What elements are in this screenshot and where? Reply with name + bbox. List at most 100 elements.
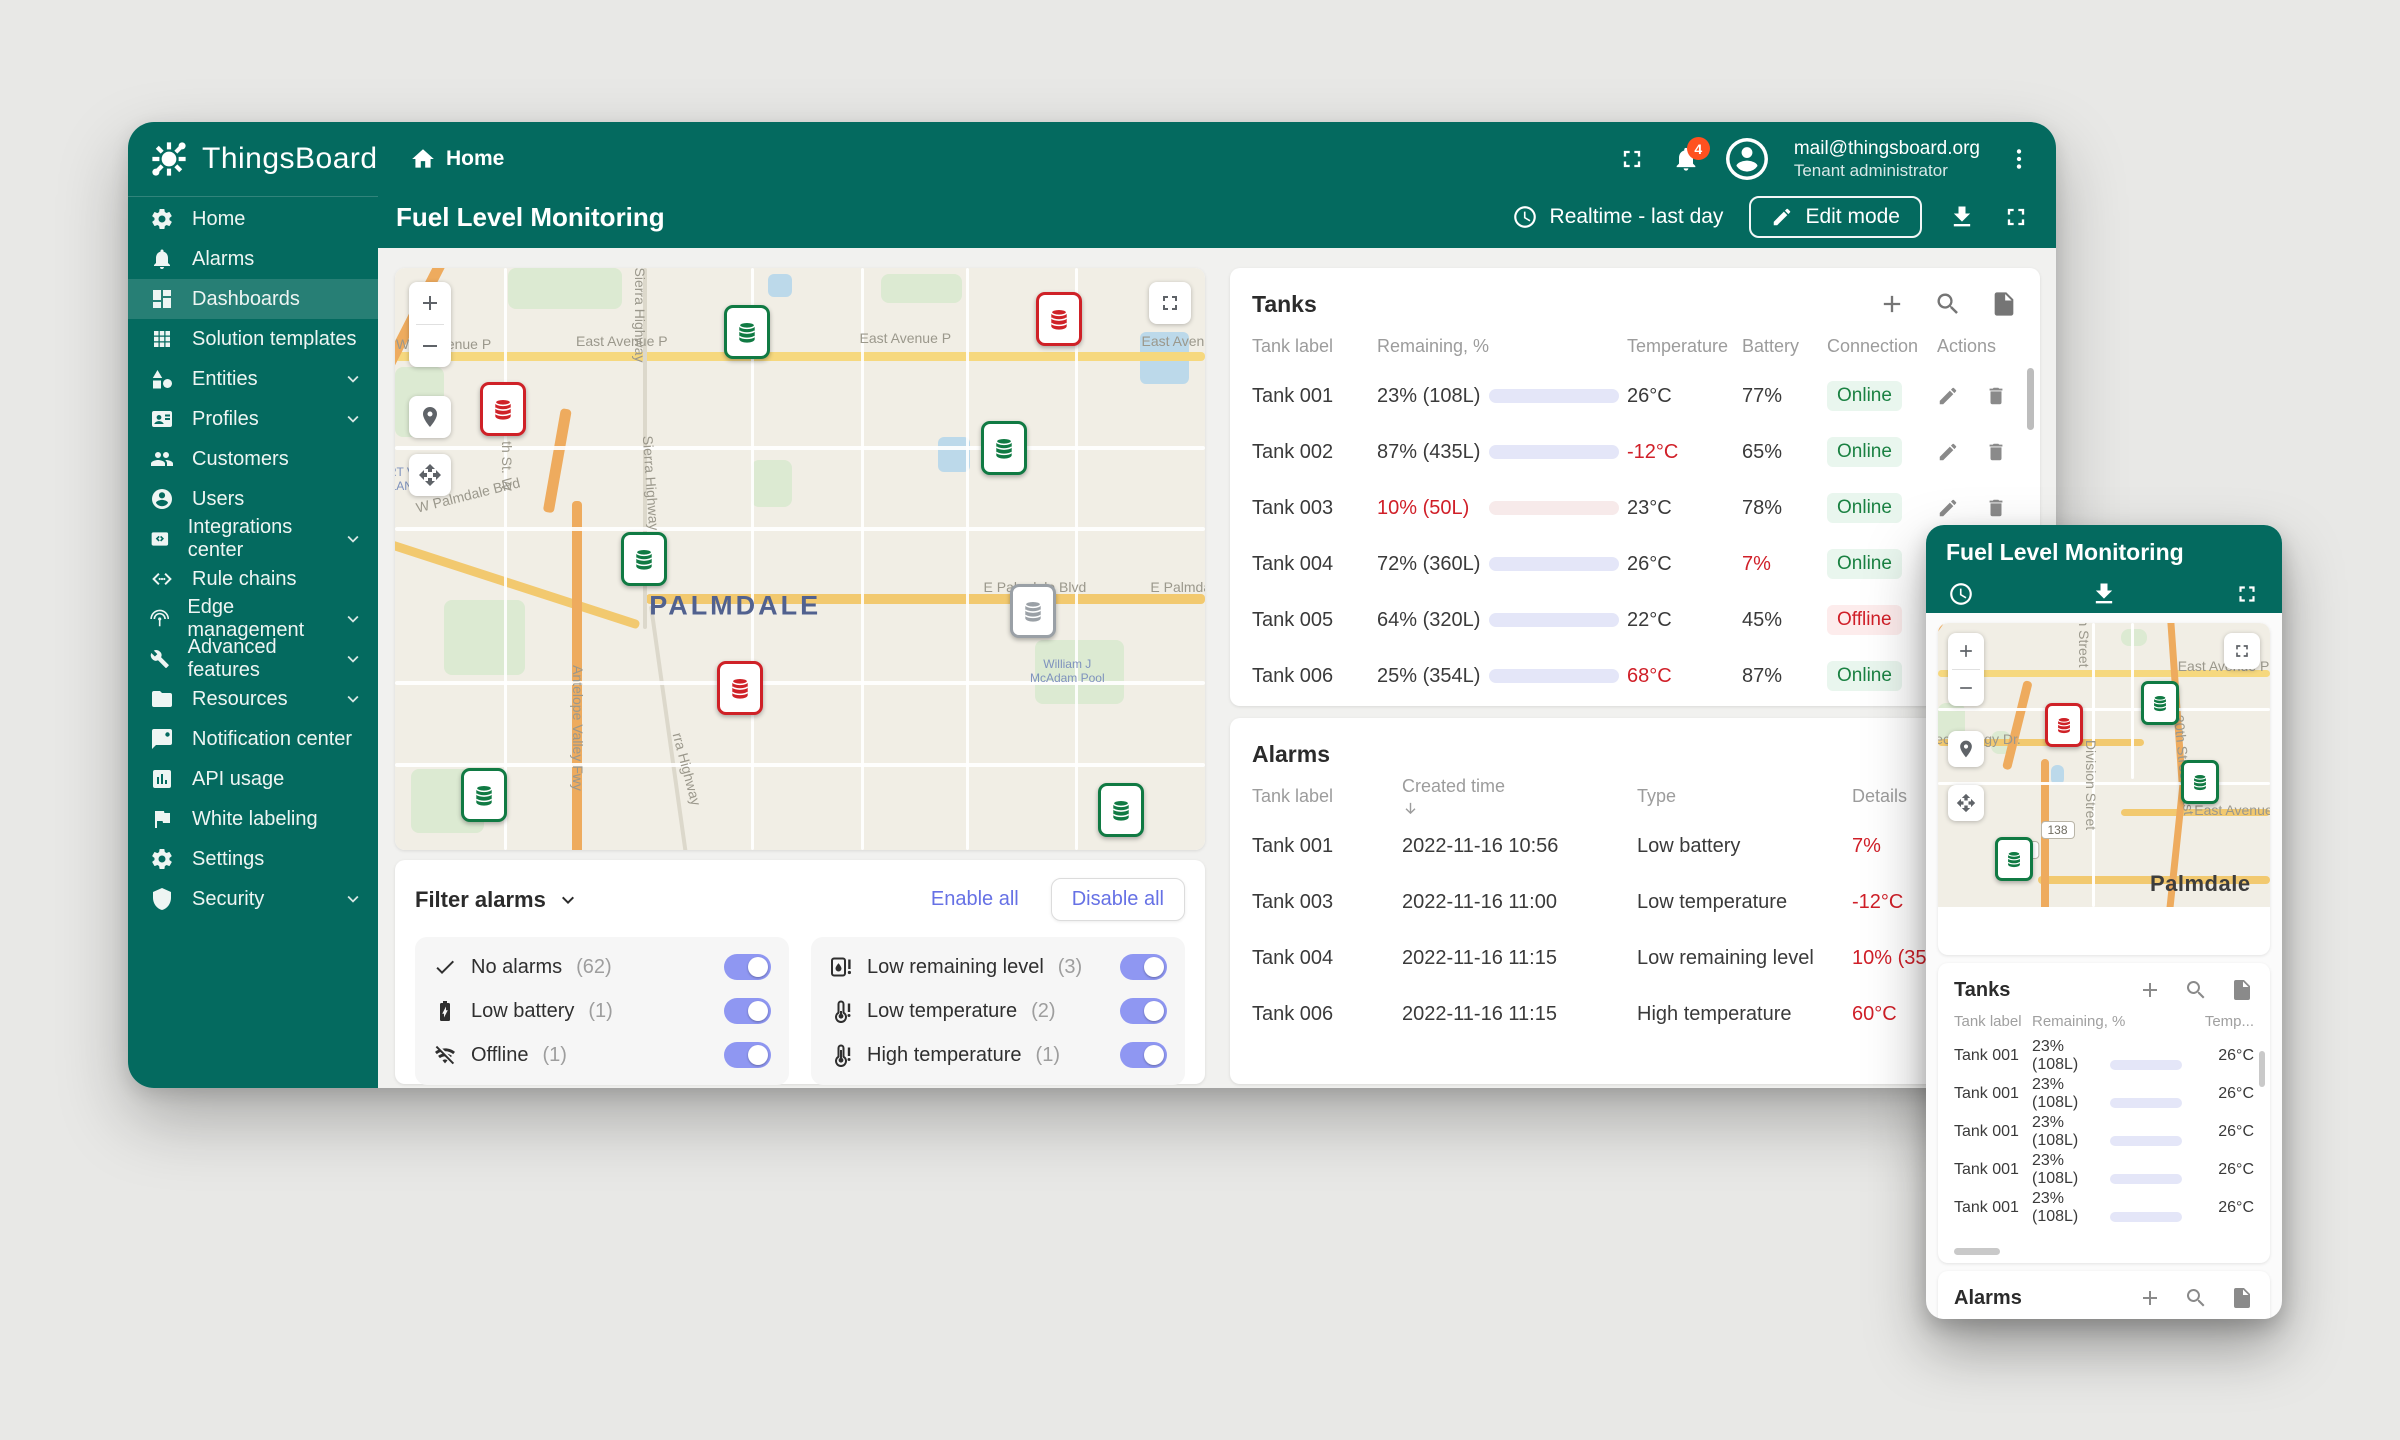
locate-button[interactable]	[409, 396, 451, 438]
table-row[interactable]: Tank 00472% (360L)26°C7%Online	[1252, 536, 2018, 592]
sidebar-item-api-usage[interactable]: API usage	[128, 759, 378, 799]
tank-marker-ok[interactable]	[1098, 783, 1144, 837]
tank-marker-ok[interactable]	[724, 305, 770, 359]
popup-map-canvas[interactable]: East Avenue PTechnology Dr.Division Stre…	[1938, 623, 2270, 907]
search-icon[interactable]	[2184, 978, 2208, 1002]
sidebar-item-white-labeling[interactable]: White labeling	[128, 799, 378, 839]
export-icon[interactable]	[2230, 1286, 2254, 1310]
zoom-in-button[interactable]	[1948, 633, 1984, 669]
tanks-scrollbar[interactable]	[2027, 368, 2034, 430]
search-icon[interactable]	[2184, 1286, 2208, 1310]
sidebar-item-advanced-features[interactable]: Advanced features	[128, 639, 378, 679]
disable-all-button[interactable]: Disable all	[1051, 878, 1185, 921]
user-info[interactable]: mail@thingsboard.org Tenant administrato…	[1794, 137, 1980, 182]
trash-icon[interactable]	[1985, 385, 2007, 407]
sidebar-item-settings[interactable]: Settings	[128, 839, 378, 879]
sidebar-item-solution-templates[interactable]: Solution templates	[128, 319, 378, 359]
add-icon[interactable]	[2138, 1286, 2162, 1310]
trash-icon[interactable]	[1985, 441, 2007, 463]
download-icon[interactable]	[1948, 203, 1976, 231]
edit-icon[interactable]	[1937, 441, 1959, 463]
sidebar-item-users[interactable]: Users	[128, 479, 378, 519]
sidebar-item-dashboards[interactable]: Dashboards	[128, 279, 378, 319]
download-icon[interactable]	[2090, 580, 2118, 608]
export-icon[interactable]	[1990, 290, 2018, 318]
table-row[interactable]: Tank 0042022-11-16 11:15Low remaining le…	[1252, 930, 2018, 986]
fullscreen-icon[interactable]	[1618, 145, 1646, 173]
map-fullscreen-button[interactable]	[2224, 633, 2260, 669]
filter-toggle[interactable]	[724, 954, 771, 980]
zoom-out-button[interactable]	[409, 325, 451, 367]
avatar[interactable]	[1726, 138, 1768, 180]
add-icon[interactable]	[2138, 978, 2162, 1002]
table-row[interactable]: Tank 00287% (435L)-12°C65%Online	[1252, 424, 2018, 480]
sidebar-item-security[interactable]: Security	[128, 879, 378, 919]
zoom-out-button[interactable]	[1948, 670, 1984, 706]
created-time: 2022-11-16 11:15	[1402, 947, 1637, 970]
sidebar-item-edge-management[interactable]: Edge management	[128, 599, 378, 639]
fullscreen-icon[interactable]	[2234, 581, 2260, 607]
table-row[interactable]: Tank 00625% (354L)68°C87%Online	[1252, 648, 2018, 704]
map-fullscreen-button[interactable]	[1149, 282, 1191, 324]
tank-marker-alarm[interactable]	[717, 661, 763, 715]
table-row[interactable]: Tank 0062022-11-16 11:15High temperature…	[1252, 986, 2018, 1042]
export-icon[interactable]	[2230, 978, 2254, 1002]
edit-mode-button[interactable]: Edit mode	[1749, 196, 1922, 238]
tank-marker-ok[interactable]	[981, 421, 1027, 475]
sidebar-item-entities[interactable]: Entities	[128, 359, 378, 399]
table-row[interactable]: Tank 00123% (108L)26°C	[1954, 1075, 2254, 1113]
pan-button[interactable]	[409, 454, 451, 496]
table-row[interactable]: Tank 0032022-11-16 11:00Low temperature-…	[1252, 874, 2018, 930]
search-icon[interactable]	[1934, 290, 1962, 318]
table-row[interactable]: Tank 00310% (50L)23°C78%Online	[1252, 480, 2018, 536]
fullscreen-icon[interactable]	[2002, 203, 2030, 231]
table-row[interactable]: Tank 00123% (108L)26°C	[1954, 1113, 2254, 1151]
tank-marker-ok[interactable]	[2141, 681, 2179, 725]
filter-toggle[interactable]	[1120, 1042, 1167, 1068]
zoom-in-button[interactable]	[409, 282, 451, 324]
filter-toggle[interactable]	[1120, 998, 1167, 1024]
sidebar-item-resources[interactable]: Resources	[128, 679, 378, 719]
filter-toggle[interactable]	[724, 998, 771, 1024]
sidebar-item-rule-chains[interactable]: Rule chains	[128, 559, 378, 599]
breadcrumb[interactable]: Home	[410, 146, 504, 172]
map-canvas[interactable]: West Avenue PEast Avenue PEast Avenue PE…	[395, 268, 1205, 850]
popup-tanks-hscrollbar[interactable]	[1954, 1248, 2000, 1255]
edit-icon[interactable]	[1937, 385, 1959, 407]
table-row[interactable]: Tank 00123% (108L)26°C77%Online	[1252, 368, 2018, 424]
table-row[interactable]: Tank 00123% (108L)26°C	[1954, 1151, 2254, 1189]
locate-button[interactable]	[1948, 731, 1984, 767]
tank-marker-offline[interactable]	[1010, 584, 1056, 638]
sidebar-item-profiles[interactable]: Profiles	[128, 399, 378, 439]
clock-icon[interactable]	[1948, 581, 1974, 607]
tank-marker-ok[interactable]	[461, 768, 507, 822]
table-row[interactable]: Tank 00123% (108L)26°C	[1954, 1037, 2254, 1075]
kebab-menu-icon[interactable]	[2006, 146, 2032, 172]
tank-marker-alarm[interactable]	[2045, 703, 2083, 747]
sidebar-item-integrations-center[interactable]: Integrations center	[128, 519, 378, 559]
notifications-button[interactable]: 4	[1672, 145, 1700, 173]
table-row[interactable]: Tank 00564% (320L)22°C45%Offline	[1252, 592, 2018, 648]
temperature-value: 26°C	[2192, 1085, 2254, 1103]
trash-icon[interactable]	[1985, 497, 2007, 519]
filter-alarms-title[interactable]: Filter alarms	[415, 887, 580, 913]
filter-toggle[interactable]	[724, 1042, 771, 1068]
tank-marker-alarm[interactable]	[480, 382, 526, 436]
sidebar-item-notification-center[interactable]: Notification center	[128, 719, 378, 759]
tank-marker-ok[interactable]	[2181, 760, 2219, 804]
table-row[interactable]: Tank 0012022-11-16 10:56Low battery7%	[1252, 818, 2018, 874]
tank-marker-ok[interactable]	[621, 532, 667, 586]
table-row[interactable]: Tank 00123% (108L)26°C	[1954, 1189, 2254, 1227]
pan-button[interactable]	[1948, 785, 1984, 821]
sidebar-item-alarms[interactable]: Alarms	[128, 239, 378, 279]
enable-all-button[interactable]: Enable all	[925, 887, 1025, 912]
popup-tanks-vscrollbar[interactable]	[2259, 1051, 2265, 1087]
filter-toggle[interactable]	[1120, 954, 1167, 980]
tank-marker-alarm[interactable]	[1036, 292, 1082, 346]
add-icon[interactable]	[1878, 290, 1906, 318]
sidebar-item-customers[interactable]: Customers	[128, 439, 378, 479]
time-range-button[interactable]: Realtime - last day	[1512, 204, 1724, 230]
sidebar-item-home[interactable]: Home	[128, 199, 378, 239]
tank-marker-ok[interactable]	[1995, 837, 2033, 881]
edit-icon[interactable]	[1937, 497, 1959, 519]
